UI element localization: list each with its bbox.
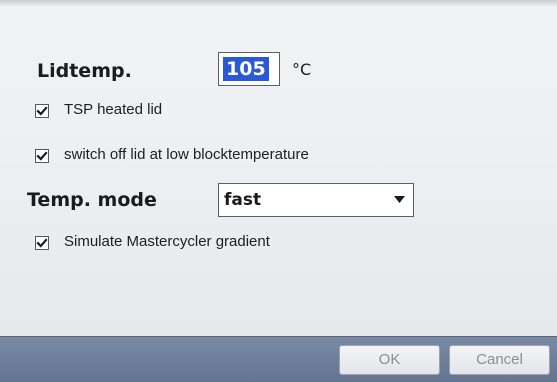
check-icon [36,151,48,161]
lidtemp-unit: °C [292,60,312,79]
simulate-gradient-checkbox[interactable] [35,236,49,250]
simulate-gradient-label: Simulate Mastercycler gradient [64,233,270,250]
lidtemp-value: 105 [223,57,269,81]
temp-mode-label: Temp. mode [27,189,157,211]
tsp-heated-lid-label: TSP heated lid [64,101,163,118]
switch-off-lid-label: switch off lid at low blocktemperature [64,146,309,163]
settings-dialog: Lidtemp. 105 °C TSP heated lid switch of… [0,0,557,336]
tsp-heated-lid-checkbox[interactable] [35,104,49,118]
temp-mode-select[interactable]: fast [218,183,414,217]
check-icon [36,106,48,116]
switch-off-lid-checkbox[interactable] [35,149,49,163]
cancel-button[interactable]: Cancel [449,345,550,375]
lidtemp-label: Lidtemp. [37,60,132,82]
lidtemp-input[interactable]: 105 [218,52,280,86]
button-bar: OK Cancel [0,336,557,382]
check-icon [36,238,48,248]
ok-button[interactable]: OK [339,345,440,375]
temp-mode-value: fast [224,190,262,210]
screen-bezel [0,0,557,6]
chevron-down-icon [394,196,405,203]
